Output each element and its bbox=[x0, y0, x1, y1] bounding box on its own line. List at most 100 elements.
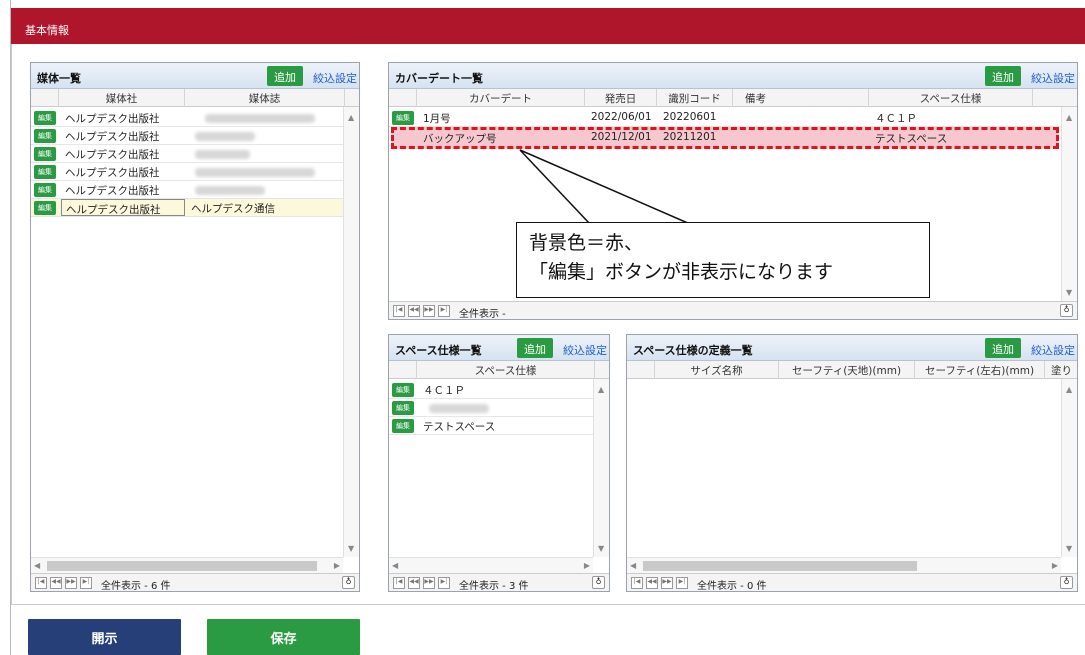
callout-line-2: 「編集」ボタンが非表示になります bbox=[529, 261, 834, 283]
scroll-right-icon[interactable]: ▶ bbox=[584, 561, 590, 570]
edit-button[interactable]: 編集 bbox=[34, 129, 56, 143]
definition-vertical-scrollbar[interactable]: ▲ ▼ bbox=[1061, 379, 1077, 557]
publish-button[interactable]: 開示 bbox=[28, 619, 181, 655]
scroll-right-icon[interactable]: ▶ bbox=[1052, 561, 1058, 570]
space-pager: |◀ ◀◀ ▶▶ ▶| 全件表示 - 3 件 ♁ bbox=[389, 573, 609, 591]
edit-button[interactable]: 編集 bbox=[34, 111, 56, 125]
space-horizontal-scrollbar[interactable]: ◀ ▶ bbox=[389, 557, 593, 573]
last-page-icon[interactable]: ▶| bbox=[80, 577, 92, 589]
edit-button[interactable]: 編集 bbox=[392, 401, 414, 415]
column-id-code[interactable]: 識別コード bbox=[657, 89, 733, 107]
media-row-selected[interactable]: 編集 ヘルプデスク出版社 ヘルプデスク通信 bbox=[31, 199, 343, 217]
media-row[interactable]: 編集 ヘルプデスク出版社 bbox=[31, 127, 343, 145]
media-add-button[interactable]: 追加 bbox=[267, 66, 303, 86]
last-page-icon[interactable]: ▶| bbox=[676, 577, 688, 589]
column-media-magazine[interactable]: 媒体誌 bbox=[185, 89, 345, 107]
edit-button[interactable]: 編集 bbox=[34, 183, 56, 197]
space-row[interactable]: 編集 bbox=[389, 399, 593, 417]
cover-row[interactable]: 編集 1月号 2022/06/01 20220601 ４Ｃ１Ｐ bbox=[389, 109, 1061, 127]
id-code-cell: 20211201 bbox=[663, 131, 717, 143]
media-row[interactable]: 編集 ヘルプデスク出版社 bbox=[31, 109, 343, 127]
definition-column-header: サイズ名称 セーフティ(天地)(mm) セーフティ(左右)(mm) 塗り bbox=[627, 361, 1077, 379]
scroll-down-icon[interactable]: ▼ bbox=[1066, 544, 1072, 553]
definition-scroll-thumb[interactable] bbox=[643, 561, 917, 571]
cover-date-cell: 1月号 bbox=[423, 113, 451, 125]
last-page-icon[interactable]: ▶| bbox=[438, 577, 450, 589]
media-row[interactable]: 編集 ヘルプデスク出版社 bbox=[31, 163, 343, 181]
edit-button[interactable]: 編集 bbox=[34, 147, 56, 161]
cover-filter-link[interactable]: 絞込設定 bbox=[1031, 70, 1075, 86]
scroll-up-icon[interactable]: ▲ bbox=[1066, 385, 1072, 394]
edit-button[interactable]: 編集 bbox=[34, 201, 56, 215]
scroll-up-icon[interactable]: ▲ bbox=[348, 113, 354, 122]
media-list-body: 編集 ヘルプデスク出版社 編集 ヘルプデスク出版社 編集 ヘルプデスク出版社 編… bbox=[31, 107, 343, 557]
edit-button[interactable]: 編集 bbox=[392, 419, 414, 433]
media-list-panel: 媒体一覧 追加 絞込設定 媒体社 媒体誌 編集 ヘルプデスク出版社 編集 ヘルプ… bbox=[30, 62, 360, 592]
settings-pin-icon[interactable]: ♁ bbox=[592, 576, 605, 589]
space-record-count: 全件表示 - 3 件 bbox=[459, 581, 529, 592]
cover-row-backup[interactable]: バックアップ号 2021/12/01 20211201 テストスペース bbox=[389, 129, 1061, 147]
column-cover-date[interactable]: カバーデート bbox=[417, 89, 585, 107]
space-row[interactable]: 編集 テストスペース bbox=[389, 417, 593, 435]
first-page-icon[interactable]: |◀ bbox=[393, 305, 405, 317]
column-note[interactable]: 備考 bbox=[733, 89, 869, 107]
media-vertical-scrollbar[interactable]: ▲ ▼ bbox=[343, 107, 359, 557]
next-page-icon[interactable]: ▶▶ bbox=[423, 305, 435, 317]
definition-add-button[interactable]: 追加 bbox=[985, 338, 1021, 358]
media-company-cell: ヘルプデスク出版社 bbox=[61, 199, 185, 216]
scroll-down-icon[interactable]: ▼ bbox=[348, 544, 354, 553]
definition-filter-link[interactable]: 絞込設定 bbox=[1031, 342, 1075, 358]
prev-page-icon[interactable]: ◀◀ bbox=[408, 305, 420, 317]
media-horizontal-scrollbar[interactable]: ◀ ▶ bbox=[31, 557, 343, 573]
media-row[interactable]: 編集 ヘルプデスク出版社 bbox=[31, 181, 343, 199]
edit-button[interactable]: 編集 bbox=[34, 165, 56, 179]
settings-pin-icon[interactable]: ♁ bbox=[1060, 304, 1073, 317]
main-window: 基本情報 媒体一覧 追加 絞込設定 媒体社 媒体誌 編集 ヘルプデスク出版社 編… bbox=[10, 0, 1085, 655]
scroll-left-icon[interactable]: ◀ bbox=[630, 561, 636, 570]
space-vertical-scrollbar[interactable]: ▲ ▼ bbox=[593, 379, 609, 557]
space-row[interactable]: 編集 ４Ｃ１Ｐ bbox=[389, 381, 593, 399]
column-release-date[interactable]: 発売日 bbox=[585, 89, 657, 107]
settings-pin-icon[interactable]: ♁ bbox=[342, 576, 355, 589]
space-add-button[interactable]: 追加 bbox=[517, 338, 553, 358]
column-fill[interactable]: 塗り bbox=[1045, 361, 1077, 379]
scroll-left-icon[interactable]: ◀ bbox=[392, 561, 398, 570]
last-page-icon[interactable]: ▶| bbox=[438, 305, 450, 317]
column-space-name[interactable]: スペース仕様 bbox=[417, 361, 595, 379]
cover-date-title: カバーデート一覧 bbox=[395, 72, 483, 85]
scroll-up-icon[interactable]: ▲ bbox=[1066, 113, 1072, 122]
media-company-cell: ヘルプデスク出版社 bbox=[65, 113, 160, 125]
media-filter-link[interactable]: 絞込設定 bbox=[313, 70, 357, 86]
next-page-icon[interactable]: ▶▶ bbox=[423, 577, 435, 589]
scroll-left-icon[interactable]: ◀ bbox=[34, 561, 40, 570]
prev-page-icon[interactable]: ◀◀ bbox=[646, 577, 658, 589]
cover-vertical-scrollbar[interactable]: ▲ ▼ bbox=[1061, 107, 1077, 301]
space-filter-link[interactable]: 絞込設定 bbox=[563, 342, 607, 358]
next-page-icon[interactable]: ▶▶ bbox=[65, 577, 77, 589]
cover-add-button[interactable]: 追加 bbox=[985, 66, 1021, 86]
edit-button[interactable]: 編集 bbox=[392, 383, 414, 397]
column-media-company[interactable]: 媒体社 bbox=[59, 89, 185, 107]
release-date-cell: 2022/06/01 bbox=[591, 111, 652, 123]
column-space-spec[interactable]: スペース仕様 bbox=[869, 89, 1033, 107]
space-spec-title: スペース仕様一覧 bbox=[395, 344, 482, 357]
first-page-icon[interactable]: |◀ bbox=[393, 577, 405, 589]
column-safety-vertical[interactable]: セーフティ(天地)(mm) bbox=[779, 361, 915, 379]
scroll-right-icon[interactable]: ▶ bbox=[334, 561, 340, 570]
column-size-name[interactable]: サイズ名称 bbox=[655, 361, 779, 379]
column-safety-horizontal[interactable]: セーフティ(左右)(mm) bbox=[915, 361, 1045, 379]
first-page-icon[interactable]: |◀ bbox=[35, 577, 47, 589]
scroll-up-icon[interactable]: ▲ bbox=[598, 385, 604, 394]
first-page-icon[interactable]: |◀ bbox=[631, 577, 643, 589]
next-page-icon[interactable]: ▶▶ bbox=[661, 577, 673, 589]
settings-pin-icon[interactable]: ♁ bbox=[1060, 576, 1073, 589]
prev-page-icon[interactable]: ◀◀ bbox=[408, 577, 420, 589]
definition-horizontal-scrollbar[interactable]: ◀ ▶ bbox=[627, 557, 1061, 573]
media-scroll-thumb[interactable] bbox=[47, 561, 317, 571]
scroll-down-icon[interactable]: ▼ bbox=[1066, 288, 1072, 297]
edit-button[interactable]: 編集 bbox=[392, 111, 414, 125]
scroll-down-icon[interactable]: ▼ bbox=[598, 544, 604, 553]
media-row[interactable]: 編集 ヘルプデスク出版社 bbox=[31, 145, 343, 163]
prev-page-icon[interactable]: ◀◀ bbox=[50, 577, 62, 589]
save-button[interactable]: 保存 bbox=[207, 619, 360, 655]
